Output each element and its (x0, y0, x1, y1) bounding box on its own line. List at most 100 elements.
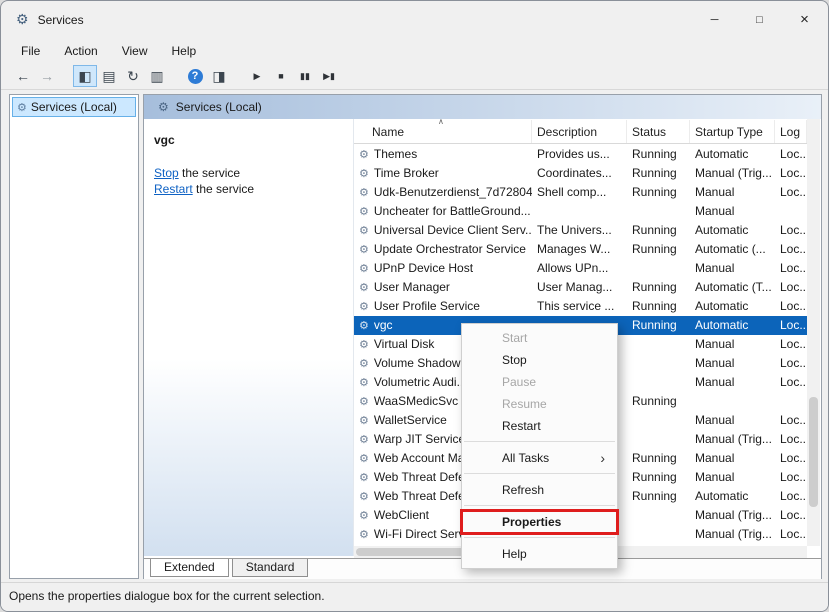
maximize-button[interactable]: □ (737, 1, 782, 38)
menu-view[interactable]: View (110, 40, 160, 62)
close-button[interactable]: × (782, 1, 827, 38)
service-status (627, 354, 690, 373)
service-name: Virtual Disk (373, 337, 435, 351)
service-name: Volume Shadow... (373, 356, 470, 370)
service-row[interactable]: ⚙ Update Orchestrator Service Manages W...… (354, 240, 807, 259)
service-gear-icon: ⚙ (359, 263, 369, 275)
service-row[interactable]: ⚙ User Manager User Manag... Running Automat… (354, 278, 807, 297)
context-menu-item-help[interactable]: Help (462, 543, 617, 565)
service-gear-icon: ⚙ (359, 434, 369, 446)
column-header-startup-type[interactable]: Startup Type (690, 120, 775, 143)
service-name: Udk-Benutzerdienst_7d72804 (373, 185, 532, 199)
service-gear-icon: ⚙ (359, 377, 369, 389)
stop-service-link[interactable]: Stop (154, 166, 179, 180)
service-description: Coordinates... (537, 166, 612, 180)
service-gear-icon: ⚙ (359, 149, 369, 161)
service-startup: Automatic (... (695, 242, 766, 256)
restart-service-icon[interactable]: ▶▮ (317, 65, 341, 87)
context-menu-item-properties[interactable]: Properties (460, 509, 619, 535)
service-logon: Loc... (780, 432, 807, 446)
service-status (627, 430, 690, 449)
column-header-status[interactable]: Status (627, 120, 690, 143)
sort-ascending-icon: ∧ (438, 117, 444, 126)
refresh-icon[interactable]: ↻ (121, 65, 145, 87)
menu-help[interactable]: Help (160, 40, 209, 62)
properties-icon[interactable]: ▤ (97, 65, 121, 87)
service-row[interactable]: ⚙ Udk-Benutzerdienst_7d72804 Shell comp...… (354, 183, 807, 202)
service-status: Running (632, 451, 677, 465)
tree-item-services-local[interactable]: ⚙ Services (Local) (12, 97, 136, 117)
start-service-icon[interactable]: ▶ (245, 65, 269, 87)
context-menu-item-label: Stop (502, 353, 527, 367)
service-gear-icon: ⚙ (359, 301, 369, 313)
menu-separator (464, 537, 615, 538)
minimize-button[interactable]: ─ (692, 1, 737, 38)
context-menu-item-restart[interactable]: Restart (462, 415, 617, 437)
show-action-pane-icon[interactable]: ◨ (207, 65, 231, 87)
context-menu-item-refresh[interactable]: Refresh (462, 479, 617, 501)
service-name: Themes (373, 147, 418, 161)
service-description: User Manag... (537, 280, 613, 294)
context-menu-item-stop[interactable]: Stop (462, 349, 617, 371)
service-startup: Automatic (695, 147, 749, 161)
context-menu-item-label: Resume (502, 397, 547, 411)
tab-extended[interactable]: Extended (150, 559, 229, 577)
column-header-description[interactable]: Description (532, 120, 627, 143)
service-name: Web Threat Defe... (373, 489, 475, 503)
service-gear-icon: ⚙ (359, 225, 369, 237)
tab-standard[interactable]: Standard (231, 559, 309, 577)
back-icon[interactable]: ← (11, 65, 35, 87)
show-console-tree-icon[interactable]: ◧ (73, 65, 97, 87)
service-gear-icon: ⚙ (359, 510, 369, 522)
service-gear-icon: ⚙ (359, 206, 369, 218)
main-header-label: Services (Local) (175, 100, 262, 114)
service-status (627, 373, 690, 392)
service-startup: Manual (695, 337, 735, 351)
export-list-icon[interactable]: ▥ (145, 65, 169, 87)
context-menu-item-resume: Resume (462, 393, 617, 415)
service-status: Running (632, 242, 677, 256)
stop-service-icon[interactable]: ■ (269, 65, 293, 87)
vertical-scrollbar-thumb[interactable] (809, 397, 818, 507)
service-row[interactable]: ⚙ User Profile Service This service ... Run… (354, 297, 807, 316)
service-logon: Loc... (780, 299, 807, 313)
column-header-log[interactable]: Log (775, 120, 807, 143)
restart-service-link[interactable]: Restart (154, 182, 193, 196)
service-row[interactable]: ⚙ Universal Device Client Serv... The Univ… (354, 221, 807, 240)
service-status: Running (632, 489, 677, 503)
context-menu-item-all-tasks[interactable]: All Tasks › (462, 447, 617, 469)
service-gear-icon: ⚙ (359, 320, 369, 332)
help-icon[interactable]: ? (183, 65, 207, 87)
service-name: Warp JIT Service (373, 432, 466, 446)
context-menu-item-label: All Tasks (502, 451, 550, 465)
context-menu-item-label: Pause (502, 375, 537, 389)
pause-service-icon[interactable]: ▮▮ (293, 65, 317, 87)
service-gear-icon: ⚙ (359, 244, 369, 256)
service-row[interactable]: ⚙ UPnP Device Host Allows UPn... Manual Loc.… (354, 259, 807, 278)
service-startup: Manual (695, 185, 735, 199)
service-name: Uncheater for BattleGround... (373, 204, 531, 218)
service-row[interactable]: ⚙ Themes Provides us... Running Automatic Loc… (354, 145, 807, 164)
service-logon: Loc... (780, 489, 807, 503)
service-status (627, 335, 690, 354)
menu-separator (464, 473, 615, 474)
forward-icon[interactable]: → (35, 65, 59, 87)
tree-item-label: Services (Local) (30, 100, 117, 114)
console-tree-panel: ⚙ Services (Local) (9, 94, 139, 579)
service-name: WebClient (373, 508, 430, 522)
services-node-icon: ⚙ (17, 101, 27, 114)
service-logon: Loc... (780, 508, 807, 522)
service-row[interactable]: ⚙ Time Broker Coordinates... Running Manual … (354, 164, 807, 183)
service-startup: Automatic (695, 299, 749, 313)
service-status: Running (632, 280, 677, 294)
service-status: Running (632, 147, 677, 161)
menu-action[interactable]: Action (52, 40, 109, 62)
service-gear-icon: ⚙ (359, 282, 369, 294)
service-startup: Automatic (695, 223, 749, 237)
statusbar: Opens the properties dialogue box for th… (1, 582, 828, 611)
service-gear-icon: ⚙ (359, 529, 369, 541)
menu-file[interactable]: File (9, 40, 52, 62)
vertical-scrollbar[interactable] (807, 119, 820, 546)
service-status (627, 411, 690, 430)
service-row[interactable]: ⚙ Uncheater for BattleGround... Manual (354, 202, 807, 221)
